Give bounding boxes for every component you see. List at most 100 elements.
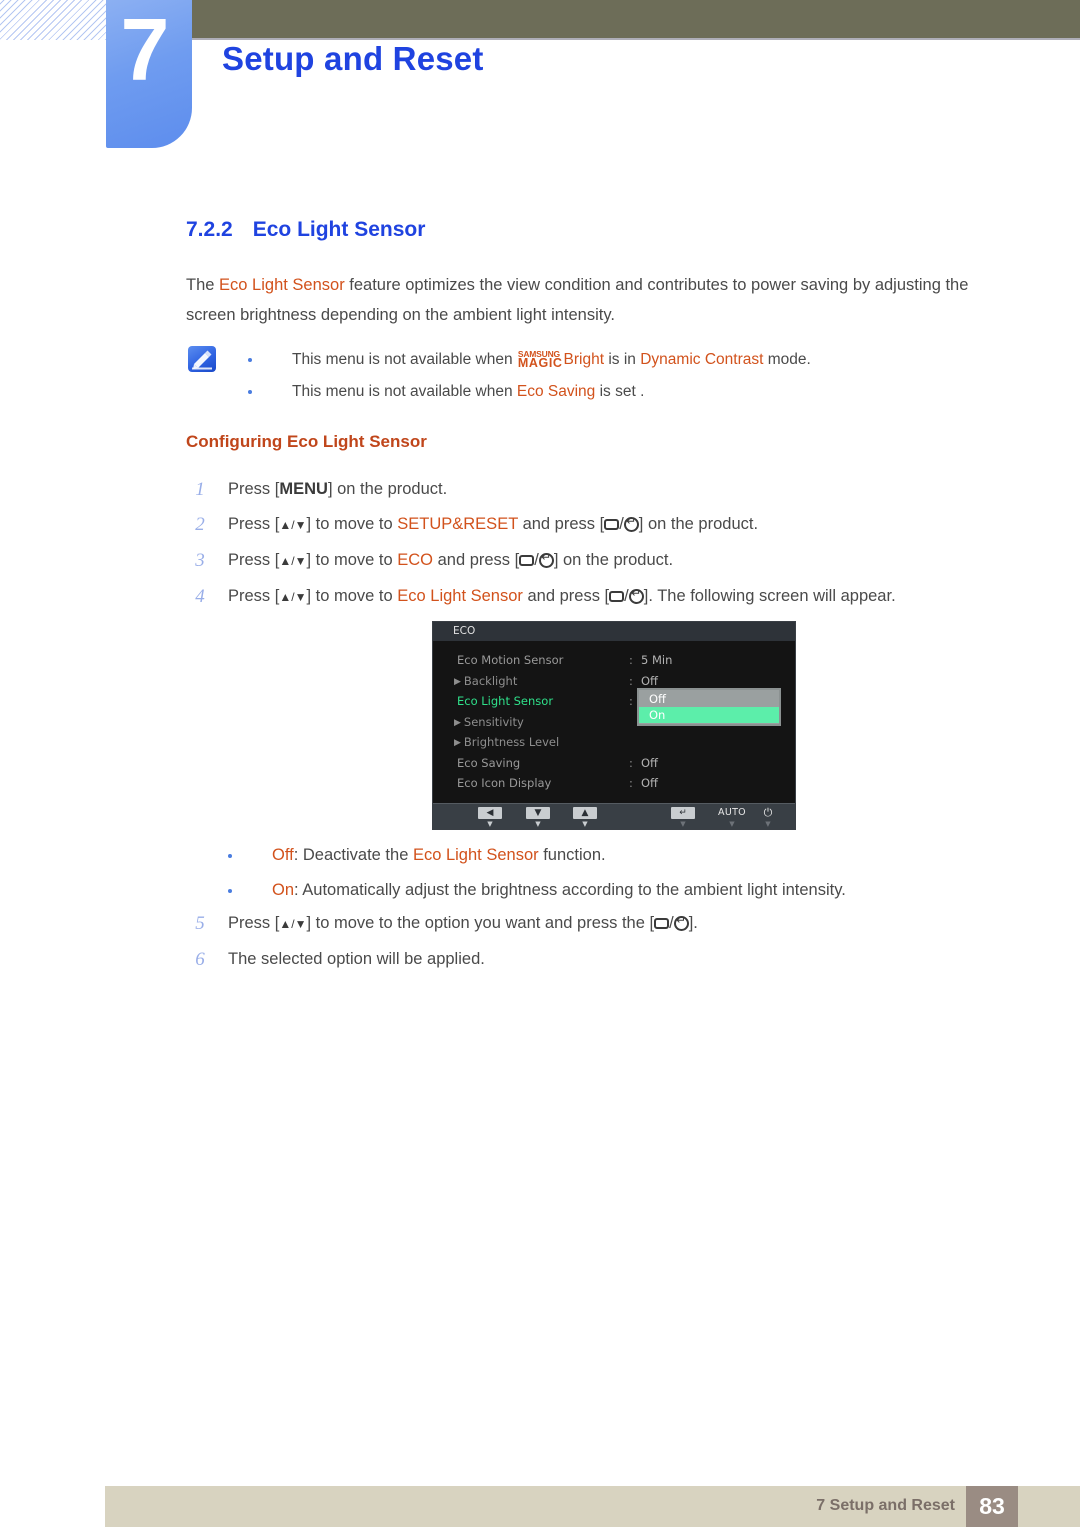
source-key-icon (609, 591, 625, 602)
osd-dropdown-option-off[interactable]: Off (639, 691, 779, 707)
osd-button-enter[interactable]: ↵ ▼ (671, 807, 695, 828)
option-text-pre: : Deactivate the (293, 846, 413, 864)
osd-label-text: Eco Motion Sensor (457, 653, 564, 667)
step-number: 1 (195, 479, 205, 500)
step-text-pre: The selected option will be applied. (228, 950, 485, 968)
step-text-pre: Press [ (228, 587, 280, 605)
step-number: 2 (195, 514, 205, 535)
source-key-icon (604, 519, 620, 530)
osd-colon: : (629, 673, 633, 688)
step-text-mid2: and press [ (522, 587, 610, 605)
footer-chapter-label: 7 Setup and Reset (816, 1497, 955, 1514)
osd-label-text: Eco Saving (457, 755, 521, 770)
osd-tick-icon: ▼ (535, 820, 541, 828)
enter-key-icon (628, 586, 644, 604)
step-text-post: ] on the product. (638, 515, 759, 533)
osd-row[interactable]: ▶ Brightness Level (433, 732, 795, 753)
osd-row-arrow-icon: ▶ (454, 676, 461, 687)
power-icon: ⏻ (763, 806, 773, 819)
section-title: Eco Light Sensor (252, 218, 426, 241)
step-number: 6 (195, 949, 205, 970)
enter-icon: ↵ (671, 807, 695, 819)
osd-label: Eco Saving (454, 753, 520, 774)
step-text-mid2: and press [ (433, 551, 520, 569)
step-3: 3 Press [▲/▼] to move to ECO and press [/… (186, 543, 1016, 579)
updown-arrows-icon: ▲/▼ (279, 917, 307, 931)
chapter-number-badge: 7 (106, 0, 192, 148)
osd-tick-icon: ▼ (582, 820, 588, 828)
step-text-post: ] on the product. (553, 551, 674, 569)
osd-value: Off (641, 776, 658, 790)
osd-dropdown-option-on[interactable]: On (639, 707, 779, 723)
step-highlight: Eco Light Sensor (397, 587, 523, 605)
intro-paragraph: The Eco Light Sensor feature optimizes t… (186, 270, 1004, 330)
footer-page-number: 83 (966, 1486, 1018, 1527)
option-name: Off (272, 846, 294, 864)
osd-button-down[interactable]: ▼ ▼ (526, 807, 550, 828)
note-text-pre: This menu is not available when (292, 351, 517, 368)
osd-row[interactable]: Eco Icon Display : Off (433, 773, 795, 794)
osd-dropdown[interactable]: Off On (637, 688, 781, 726)
note-text-post: is set . (595, 383, 645, 400)
note-block: This menu is not available when SAMSUNG M… (188, 344, 1000, 408)
osd-tick-icon: ▼ (765, 820, 771, 828)
note-text-mid: is in (604, 351, 641, 368)
section-heading: 7.2.2 Eco Light Sensor (186, 218, 425, 242)
step-text-mid2: and press [ (517, 515, 605, 533)
chapter-number: 7 (120, 0, 170, 99)
osd-row[interactable]: Eco Saving : Off (433, 753, 795, 774)
step-text-pre: Press [ (228, 515, 280, 533)
down-arrow-icon: ▼ (526, 807, 550, 819)
enter-key-icon (673, 913, 689, 931)
osd-tick-icon: ▼ (680, 820, 686, 828)
step-text-mid: ] to move to (306, 515, 398, 533)
osd-label: Eco Motion Sensor (454, 650, 563, 671)
intro-part1: The (186, 276, 220, 294)
auto-label: AUTO (718, 807, 746, 818)
step-text-post: ]. (688, 914, 698, 932)
option-off: Off: Deactivate the Eco Light Sensor fun… (228, 838, 1018, 873)
step-text-pre: Press [ (228, 914, 280, 932)
intro-highlight: Eco Light Sensor (219, 276, 345, 294)
osd-row[interactable]: Eco Motion Sensor : 5 Min (433, 650, 795, 671)
enter-key-icon (623, 514, 639, 532)
osd-value: 5 Min (641, 653, 673, 667)
step-4: 4 Press [▲/▼] to move to Eco Light Sensor… (186, 579, 1016, 615)
osd-colon: : (629, 755, 633, 770)
decorative-hatch-pattern (0, 0, 106, 40)
step-2: 2 Press [▲/▼] to move to SETUP&RESET and … (186, 507, 1016, 543)
note-pencil-icon (188, 346, 216, 372)
document-page: 7 Setup and Reset 7.2.2 Eco Light Sensor … (0, 0, 1080, 1527)
steps-list-upper: 1 Press [MENU] on the product. 2 Press [▲/… (186, 472, 1016, 615)
osd-label: Eco Light Sensor (454, 691, 553, 712)
step-text-pre: Press [ (228, 480, 280, 498)
updown-arrows-icon: ▲/▼ (279, 554, 307, 568)
osd-label-text: Brightness Level (463, 735, 560, 749)
osd-value: Off (641, 755, 658, 770)
option-text-pre: : Automatically adjust the brightness ac… (294, 881, 846, 899)
step-5: 5 Press [▲/▼] to move to the option you w… (186, 906, 1016, 942)
osd-button-up[interactable]: ▲ ▼ (573, 807, 597, 828)
step-6: 6 The selected option will be applied. (186, 942, 1016, 977)
chapter-title: Setup and Reset (222, 40, 484, 77)
step-text-mid: ] to move to (306, 551, 398, 569)
option-on: On: Automatically adjust the brightness … (228, 873, 1018, 908)
osd-button-left[interactable]: ◀ ▼ (478, 807, 502, 828)
step-text-mid: ] to move to the option you want and pre… (306, 914, 655, 932)
source-key-icon (519, 555, 535, 566)
key-menu: MENU (279, 480, 328, 498)
osd-colon: : (629, 653, 633, 667)
note-item: This menu is not available when Eco Savi… (248, 376, 1000, 408)
osd-button-auto[interactable]: AUTO ▼ (716, 807, 748, 828)
osd-label: ▶ Backlight (454, 671, 517, 693)
up-arrow-icon: ▲ (573, 807, 597, 819)
updown-arrows-icon: ▲/▼ (279, 590, 307, 604)
osd-button-power[interactable]: ⏻ ▼ (759, 806, 777, 829)
osd-menu-screenshot: ECO Eco Motion Sensor : 5 Min ▶ Backlight… (432, 621, 796, 830)
step-text-post: ]. The following screen will appear. (643, 587, 896, 605)
osd-label: ▶ Brightness Level (454, 732, 559, 754)
osd-label-text: Eco Light Sensor (457, 694, 554, 708)
step-text-mid: ] to move to (306, 587, 398, 605)
note-item: This menu is not available when SAMSUNG M… (248, 344, 1000, 376)
osd-label-text: Sensitivity (463, 714, 524, 729)
